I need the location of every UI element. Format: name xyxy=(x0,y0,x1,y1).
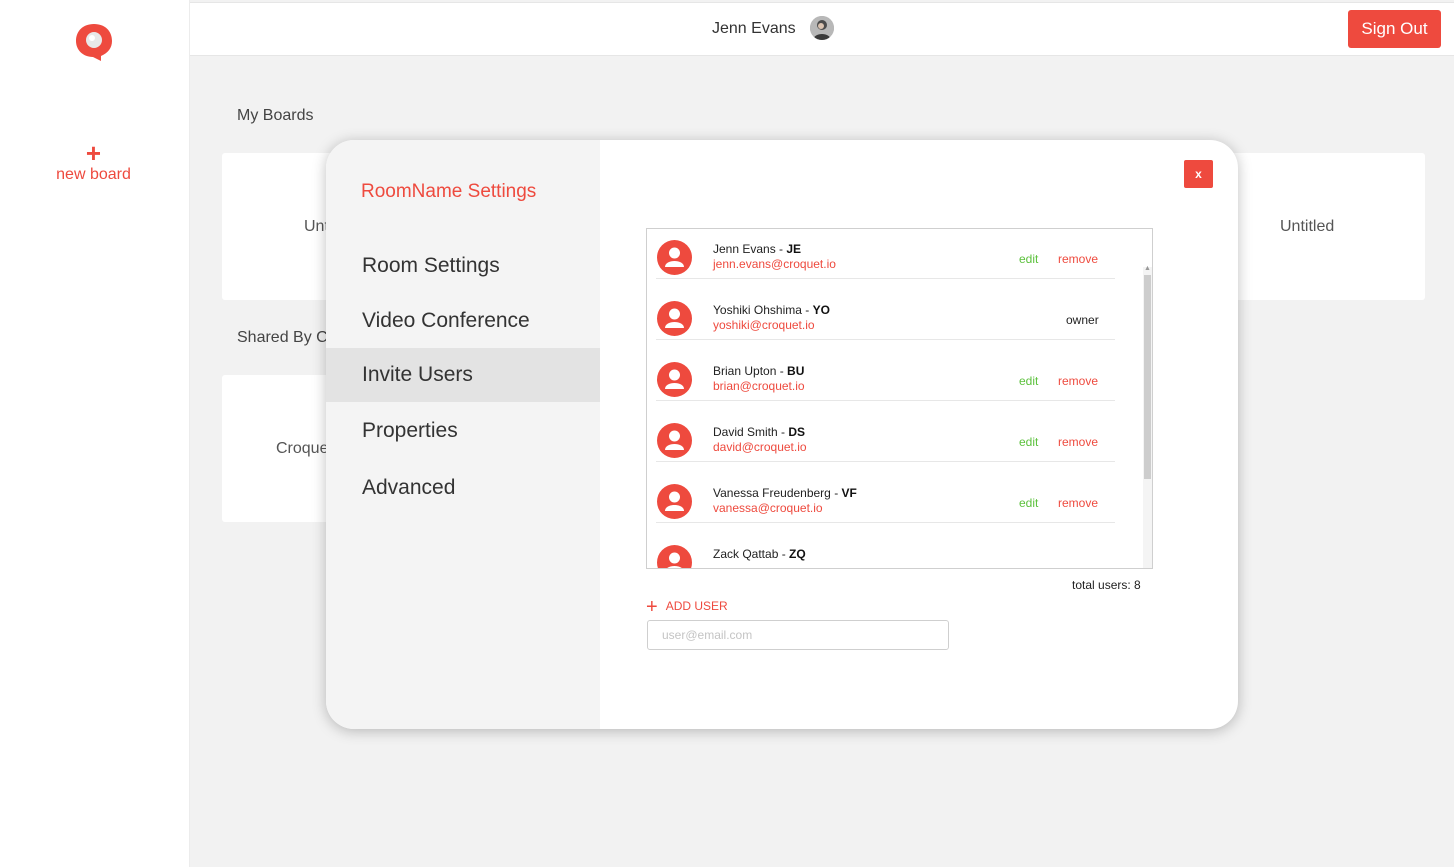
avatar-photo-icon xyxy=(810,16,834,40)
modal-heading: RoomName Settings xyxy=(361,181,537,202)
edit-user-link[interactable]: edit xyxy=(1019,252,1038,266)
user-row: Zack Qattab - ZQ xyxy=(656,523,1115,568)
user-email: brian@croquet.io xyxy=(713,379,805,393)
user-list[interactable]: Jenn Evans - JE jenn.evans@croquet.io ed… xyxy=(646,228,1153,569)
user-email: david@croquet.io xyxy=(713,440,807,454)
user-avatar-icon xyxy=(657,301,692,336)
user-list-scrollbar[interactable]: ▲ xyxy=(1143,265,1152,568)
my-boards-title: My Boards xyxy=(237,107,314,124)
user-avatar-icon xyxy=(657,240,692,275)
new-board-label: new board xyxy=(56,166,131,183)
user-avatar-icon xyxy=(657,545,692,568)
user-avatar[interactable] xyxy=(810,16,834,40)
user-name: Yoshiki Ohshima - YO xyxy=(713,303,830,317)
owner-label: owner xyxy=(1066,313,1099,327)
plus-icon: + xyxy=(646,596,658,618)
user-row: Vanessa Freudenberg - VF vanessa@croquet… xyxy=(656,462,1115,523)
menu-item-properties[interactable]: Properties xyxy=(326,404,600,458)
user-name: Brian Upton - BU xyxy=(713,364,805,378)
user-email: yoshiki@croquet.io xyxy=(713,318,815,332)
left-sidebar: + new board xyxy=(0,0,190,867)
settings-menu: RoomName Settings Room Settings Video Co… xyxy=(326,140,600,729)
remove-user-link[interactable]: remove xyxy=(1058,252,1098,266)
user-email: vanessa@croquet.io xyxy=(713,501,823,515)
user-avatar-icon xyxy=(657,362,692,397)
board-card-title[interactable]: Untitled xyxy=(1280,218,1334,236)
user-email: jenn.evans@croquet.io xyxy=(713,257,836,271)
app-logo-icon[interactable] xyxy=(75,23,113,61)
user-name: Jenn Evans - JE xyxy=(713,242,802,256)
user-name: Zack Qattab - ZQ xyxy=(713,547,806,561)
user-avatar-icon xyxy=(657,484,692,519)
room-settings-modal: RoomName Settings Room Settings Video Co… xyxy=(326,140,1238,729)
user-row: Brian Upton - BU brian@croquet.io edit r… xyxy=(656,340,1115,401)
user-avatar-icon xyxy=(657,423,692,458)
menu-item-invite-users[interactable]: Invite Users xyxy=(326,348,600,402)
new-board-button[interactable]: + new board xyxy=(0,138,187,184)
close-button[interactable]: x xyxy=(1184,160,1213,188)
edit-user-link[interactable]: edit xyxy=(1019,496,1038,510)
add-user-label: ADD USER xyxy=(665,599,728,613)
sign-out-button[interactable]: Sign Out xyxy=(1348,10,1441,48)
top-bar: Jenn Evans Sign Out xyxy=(190,2,1454,56)
user-row: Jenn Evans - JE jenn.evans@croquet.io ed… xyxy=(656,229,1115,279)
remove-user-link[interactable]: remove xyxy=(1058,435,1098,449)
remove-user-link[interactable]: remove xyxy=(1058,496,1098,510)
edit-user-link[interactable]: edit xyxy=(1019,435,1038,449)
shared-board-title: Croquet xyxy=(276,440,333,457)
scroll-up-icon[interactable]: ▲ xyxy=(1143,265,1152,272)
user-name: David Smith - DS xyxy=(713,425,806,439)
user-row: David Smith - DS david@croquet.io edit r… xyxy=(656,401,1115,462)
plus-icon: + xyxy=(85,138,102,168)
total-users-count: total users: 8 xyxy=(1072,578,1141,592)
current-user-name: Jenn Evans xyxy=(712,20,796,37)
remove-user-link[interactable]: remove xyxy=(1058,374,1098,388)
add-user-button[interactable]: + ADD USER xyxy=(646,596,728,619)
menu-item-advanced[interactable]: Advanced xyxy=(326,461,600,515)
edit-user-link[interactable]: edit xyxy=(1019,374,1038,388)
user-name: Vanessa Freudenberg - VF xyxy=(713,486,857,500)
invite-email-input[interactable] xyxy=(647,620,949,650)
menu-item-video-conference[interactable]: Video Conference xyxy=(326,294,600,348)
scroll-thumb[interactable] xyxy=(1144,275,1151,479)
user-row: Yoshiki Ohshima - YO yoshiki@croquet.io … xyxy=(656,279,1115,340)
menu-item-room-settings[interactable]: Room Settings xyxy=(326,239,600,293)
